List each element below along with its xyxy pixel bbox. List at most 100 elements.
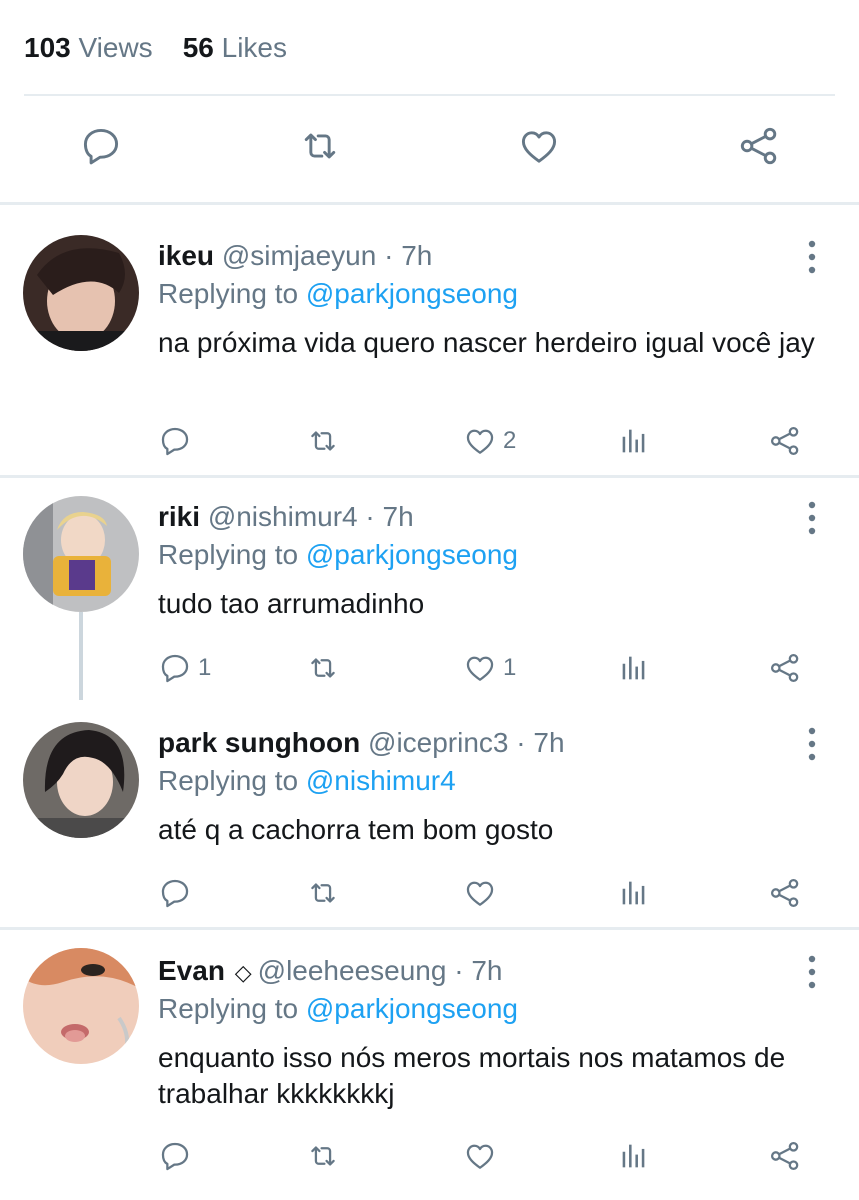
like-icon <box>463 1139 497 1173</box>
more-vertical-icon <box>807 726 817 762</box>
reply-icon <box>158 651 192 685</box>
avatar-image <box>23 496 139 612</box>
analytics-button[interactable] <box>617 1136 651 1176</box>
likes-count[interactable]: 56 <box>183 32 214 63</box>
timestamp[interactable]: 7h <box>401 240 432 271</box>
analytics-button[interactable] <box>617 648 651 688</box>
like-icon <box>517 124 561 168</box>
like-icon <box>463 424 497 458</box>
more-vertical-icon <box>807 954 817 990</box>
analytics-button[interactable] <box>617 873 651 913</box>
user-handle[interactable]: @nishimur4 <box>208 501 358 532</box>
user-handle[interactable]: @iceprinc3 <box>368 727 508 758</box>
display-name[interactable]: Evan <box>158 955 225 986</box>
reply-icon <box>79 124 123 168</box>
views-label: Views <box>78 32 153 63</box>
reply-item[interactable]: riki @nishimur4 · 7h Replying to @parkjo… <box>0 478 859 700</box>
retweet-button[interactable] <box>306 873 346 913</box>
reply-actions: 2 <box>0 421 859 461</box>
reply-item[interactable]: park sunghoon @iceprinc3 · 7h Replying t… <box>0 700 859 927</box>
reply-button[interactable] <box>158 873 198 913</box>
like-icon <box>463 651 497 685</box>
reply-button[interactable] <box>158 421 198 461</box>
like-button[interactable]: 2 <box>463 421 516 461</box>
retweet-button[interactable] <box>306 1136 346 1176</box>
display-name[interactable]: ikeu <box>158 240 214 271</box>
share-icon <box>768 651 802 685</box>
replying-mention[interactable]: @parkjongseong <box>306 993 518 1024</box>
replying-to: Replying to @nishimur4 <box>158 762 456 800</box>
analytics-button[interactable] <box>617 421 651 461</box>
timestamp[interactable]: 7h <box>383 501 414 532</box>
reply-count: 1 <box>198 654 212 681</box>
main-retweet-button[interactable] <box>296 122 344 170</box>
main-like-button[interactable] <box>515 122 563 170</box>
avatar[interactable] <box>23 722 139 838</box>
reply-button[interactable]: 1 <box>158 648 211 688</box>
more-vertical-icon <box>807 500 817 536</box>
user-handle[interactable]: @leeheeseung <box>258 955 447 986</box>
retweet-icon <box>306 1139 340 1173</box>
avatar[interactable] <box>23 496 139 612</box>
like-count: 2 <box>503 427 517 454</box>
reply-button[interactable] <box>158 1136 198 1176</box>
share-icon <box>768 876 802 910</box>
like-button[interactable]: 1 <box>463 648 516 688</box>
reply-item[interactable]: ikeu @simjaeyun · 7h Replying to @parkjo… <box>0 205 859 475</box>
retweet-button[interactable] <box>306 421 346 461</box>
tweet-stats: 103 Views 56 Likes <box>24 28 287 68</box>
stats-divider <box>24 94 835 96</box>
more-options-button[interactable] <box>800 724 824 764</box>
avatar-image <box>23 948 139 1064</box>
like-count: 1 <box>503 654 517 681</box>
analytics-icon <box>617 1139 651 1173</box>
share-button[interactable] <box>768 873 802 913</box>
replying-prefix: Replying to <box>158 278 299 309</box>
user-handle[interactable]: @simjaeyun <box>222 240 376 271</box>
retweet-icon <box>306 876 340 910</box>
retweet-icon <box>306 651 340 685</box>
retweet-button[interactable] <box>306 648 346 688</box>
reply-text: tudo tao arrumadinho <box>158 588 425 619</box>
avatar[interactable] <box>23 235 139 351</box>
reply-header: park sunghoon @iceprinc3 · 7h <box>158 727 565 758</box>
reply-actions <box>0 1136 859 1176</box>
main-tweet-actions <box>0 122 859 178</box>
more-options-button[interactable] <box>800 237 824 277</box>
replying-to: Replying to @parkjongseong <box>158 990 518 1028</box>
analytics-icon <box>617 651 651 685</box>
reply-header: Evan ◇ @leeheeseung · 7h <box>158 955 503 986</box>
reply-actions: 1 1 <box>0 648 859 688</box>
avatar-image <box>23 235 139 351</box>
analytics-icon <box>617 876 651 910</box>
reply-text: enquanto isso nós meros mortais nos mata… <box>158 1042 786 1109</box>
share-button[interactable] <box>768 648 802 688</box>
views-count: 103 <box>24 32 71 63</box>
more-options-button[interactable] <box>800 498 824 538</box>
timestamp[interactable]: 7h <box>533 727 564 758</box>
display-name[interactable]: park sunghoon <box>158 727 360 758</box>
replying-mention[interactable]: @nishimur4 <box>306 765 456 796</box>
main-reply-button[interactable] <box>77 122 125 170</box>
timestamp[interactable]: 7h <box>471 955 502 986</box>
display-name[interactable]: riki <box>158 501 200 532</box>
replying-mention[interactable]: @parkjongseong <box>306 278 518 309</box>
avatar[interactable] <box>23 948 139 1064</box>
share-button[interactable] <box>768 1136 802 1176</box>
share-icon <box>768 424 802 458</box>
likes-label[interactable]: Likes <box>222 32 287 63</box>
share-button[interactable] <box>768 421 802 461</box>
reply-item[interactable]: Evan ◇ @leeheeseung · 7h Replying to @par… <box>0 930 859 1200</box>
reply-header: riki @nishimur4 · 7h <box>158 501 414 532</box>
reply-icon <box>158 876 192 910</box>
replying-mention[interactable]: @parkjongseong <box>306 539 518 570</box>
main-share-button[interactable] <box>735 122 783 170</box>
reply-icon <box>158 424 192 458</box>
like-button[interactable] <box>463 873 503 913</box>
retweet-icon <box>306 424 340 458</box>
diamond-badge-icon: ◇ <box>234 960 252 985</box>
like-button[interactable] <box>463 1136 503 1176</box>
more-options-button[interactable] <box>800 952 824 992</box>
reply-icon <box>158 1139 192 1173</box>
replying-prefix: Replying to <box>158 765 299 796</box>
